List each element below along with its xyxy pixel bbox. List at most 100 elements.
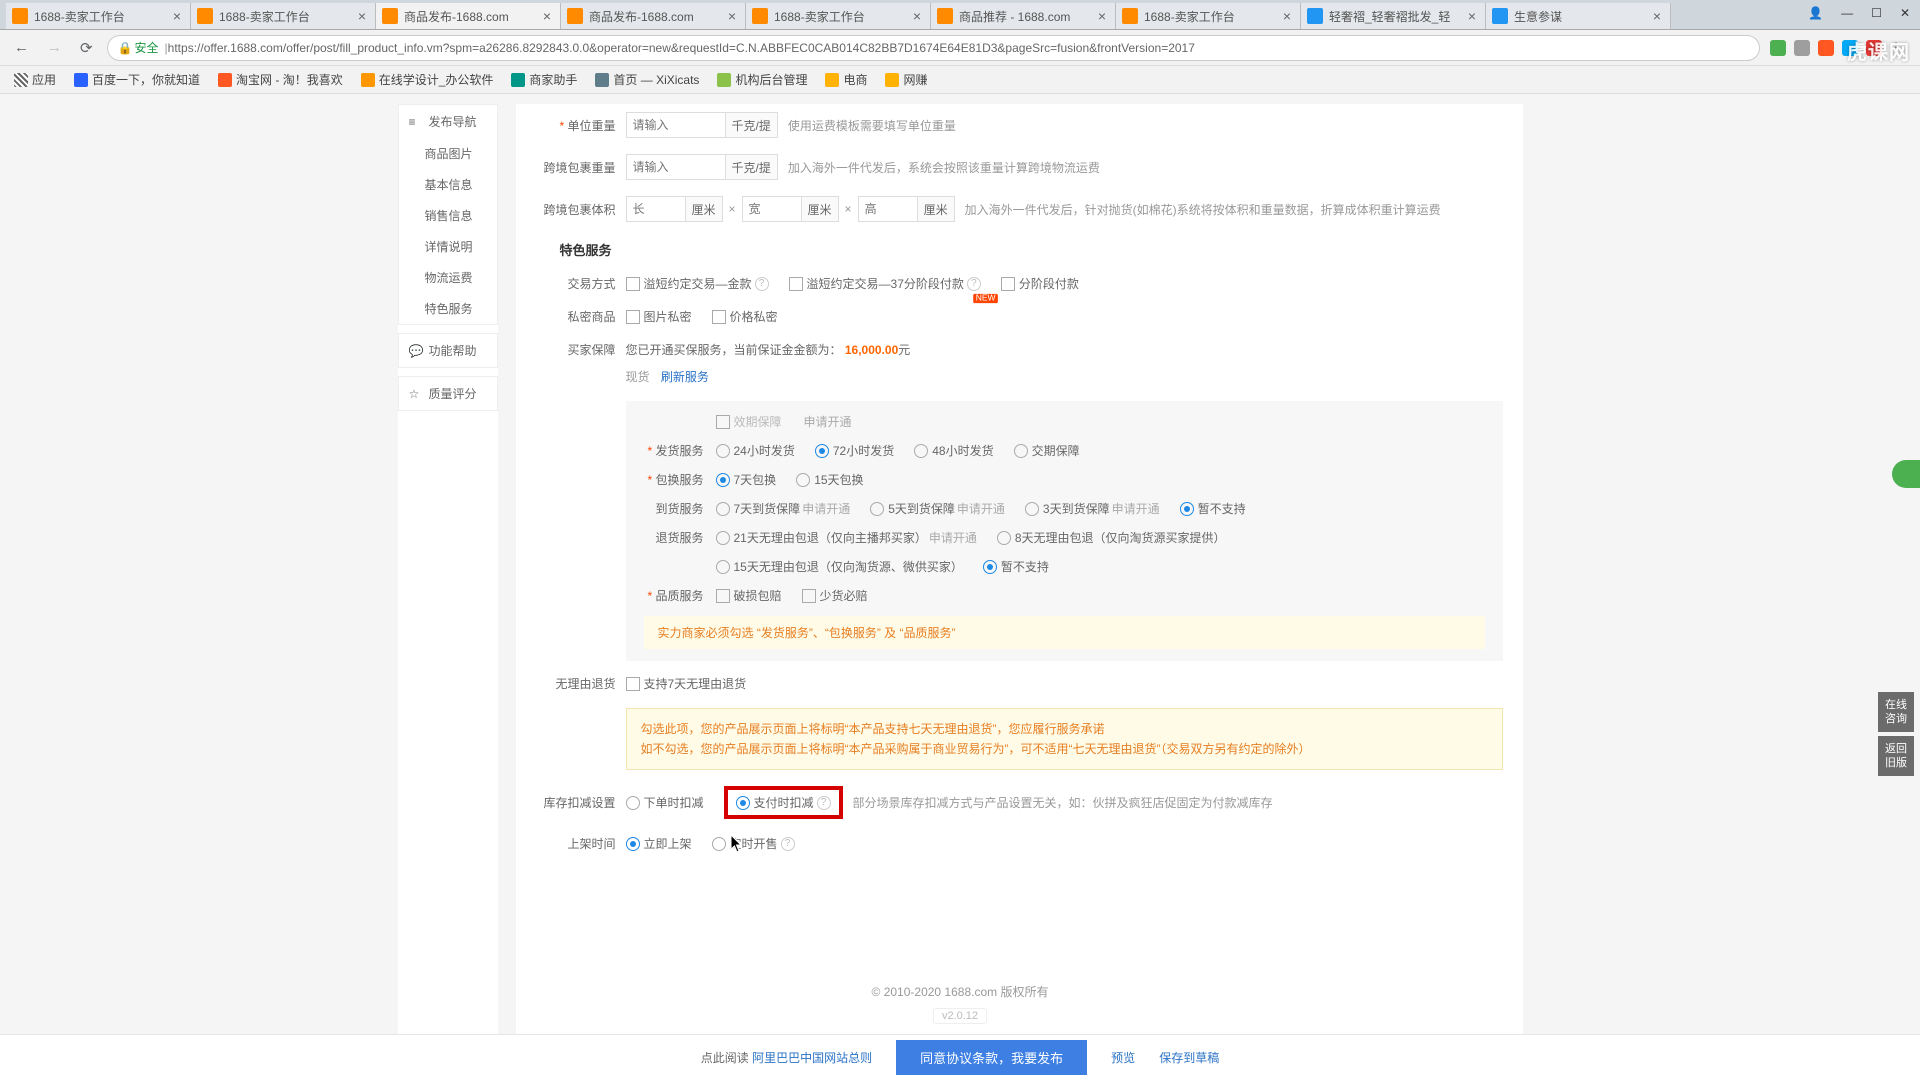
ext-icon[interactable]: [1794, 40, 1810, 56]
bookmark-item[interactable]: 百度一下，你就知道: [74, 71, 200, 88]
radio-ship-72[interactable]: 72小时发货: [815, 442, 894, 459]
tab-0[interactable]: 1688-卖家工作台×: [6, 3, 191, 29]
radio-stock-pay[interactable]: 支付时扣减?: [736, 794, 831, 811]
guarantee-amount: 16,000.00: [845, 343, 898, 357]
close-icon[interactable]: ×: [1095, 9, 1109, 23]
radio-ship-delivery[interactable]: 交期保障: [1014, 442, 1080, 459]
radio-shelf-now[interactable]: 立即上架: [626, 835, 692, 852]
bookmark-item[interactable]: 淘宝网 - 淘！我喜欢: [218, 71, 343, 88]
new-badge: NEW: [973, 294, 998, 303]
float-badge-icon[interactable]: [1892, 460, 1920, 488]
radio-exch-7[interactable]: 7天包换: [716, 471, 777, 488]
tab-2[interactable]: 商品发布-1688.com×: [376, 3, 561, 29]
radio-ret-none[interactable]: 暂不支持: [983, 558, 1049, 575]
tab-4[interactable]: 1688-卖家工作台×: [746, 3, 931, 29]
help-icon[interactable]: ?: [755, 277, 769, 291]
sidebar-item[interactable]: 销售信息: [399, 200, 497, 231]
float-oldversion[interactable]: 返回旧版: [1878, 736, 1914, 776]
preview-link[interactable]: 预览: [1111, 1049, 1135, 1066]
input-length[interactable]: [626, 196, 686, 222]
copyright: © 2010-2020 1688.com 版权所有: [0, 983, 1920, 1000]
chk-quality-1[interactable]: 破损包赔: [716, 587, 782, 604]
close-icon[interactable]: ×: [540, 9, 554, 23]
label-trade: 交易方式: [536, 275, 616, 292]
chk-noreason[interactable]: 支持7天无理由退货: [626, 675, 747, 692]
radio-arr-none[interactable]: 暂不支持: [1180, 500, 1246, 517]
radio-ret-21[interactable]: 21天无理由包退（仅向主播邦买家）申请开通: [716, 529, 977, 546]
opt-trade-2[interactable]: 溢短约定交易—37分阶段付款?: [789, 275, 981, 292]
reload-icon[interactable]: ⟳: [76, 35, 97, 61]
tab-7[interactable]: 轻奢褶_轻奢褶批发_轻×: [1301, 3, 1486, 29]
user-icon[interactable]: 👤: [1804, 4, 1827, 22]
list-icon: ≡: [409, 115, 423, 129]
bookmark-item[interactable]: 机构后台管理: [717, 71, 807, 88]
input-width[interactable]: [742, 196, 802, 222]
sidebar-item[interactable]: 商品图片: [399, 138, 497, 169]
submit-button[interactable]: 同意协议条款，我要发布: [896, 1040, 1087, 1075]
minimize-icon[interactable]: —: [1837, 4, 1857, 22]
bookmarks-bar: 应用 百度一下，你就知道 淘宝网 - 淘！我喜欢 在线学设计_办公软件 商家助手…: [0, 66, 1920, 94]
radio-ret-15[interactable]: 15天无理由包退（仅向淘货源、微供买家）: [716, 558, 963, 575]
opt-private-2[interactable]: 价格私密: [712, 308, 778, 325]
apply-link[interactable]: 申请开通: [804, 413, 852, 430]
tab-1[interactable]: 1688-卖家工作台×: [191, 3, 376, 29]
opt-deadline[interactable]: 效期保障: [716, 413, 782, 430]
star-icon: ☆: [409, 387, 423, 401]
close-icon[interactable]: ×: [1280, 9, 1294, 23]
radio-stock-order[interactable]: 下单时扣减: [626, 794, 704, 811]
help-icon[interactable]: ?: [967, 277, 981, 291]
close-icon[interactable]: ×: [1465, 9, 1479, 23]
chk-quality-2[interactable]: 少货必赔: [802, 587, 868, 604]
sidebar-item[interactable]: 基本信息: [399, 169, 497, 200]
label-guarantee: 买家保障: [536, 341, 616, 358]
radio-exch-15[interactable]: 15天包换: [796, 471, 863, 488]
url-input[interactable]: 🔒 安全 | https://offer.1688.com/offer/post…: [107, 35, 1760, 61]
opt-trade-3[interactable]: 分阶段付款NEW: [1001, 275, 1079, 292]
float-consult[interactable]: 在线咨询: [1878, 692, 1914, 732]
help-icon[interactable]: ?: [817, 796, 831, 810]
back-icon[interactable]: ←: [10, 35, 33, 60]
radio-arr-5[interactable]: 5天到货保障申请开通: [870, 500, 1005, 517]
terms-link[interactable]: 阿里巴巴中国网站总则: [752, 1051, 872, 1065]
sidebar-item[interactable]: 物流运费: [399, 262, 497, 293]
maximize-icon[interactable]: ☐: [1867, 4, 1886, 22]
close-icon[interactable]: ×: [1650, 9, 1664, 23]
radio-shelf-timed[interactable]: 定时开售?: [712, 835, 795, 852]
sidebar-item[interactable]: 详情说明: [399, 231, 497, 262]
bookmark-item[interactable]: 商家助手: [511, 71, 577, 88]
draft-link[interactable]: 保存到草稿: [1159, 1049, 1219, 1066]
bookmark-item[interactable]: 网赚: [885, 71, 927, 88]
ext-icon[interactable]: [1770, 40, 1786, 56]
bookmark-item[interactable]: 在线学设计_办公软件: [361, 71, 494, 88]
ext-icon[interactable]: [1818, 40, 1834, 56]
close-icon[interactable]: ×: [355, 9, 369, 23]
radio-ship-48[interactable]: 48小时发货: [914, 442, 993, 459]
sidebar-rating-title[interactable]: ☆质量评分: [399, 377, 497, 410]
apps-icon[interactable]: 应用: [14, 71, 56, 88]
radio-ret-8[interactable]: 8天无理由包退（仅向淘货源买家提供）: [997, 529, 1226, 546]
sidebar-help-title[interactable]: 💬功能帮助: [399, 334, 497, 367]
close-icon[interactable]: ×: [910, 9, 924, 23]
opt-private-1[interactable]: 图片私密: [626, 308, 692, 325]
input-height[interactable]: [858, 196, 918, 222]
input-unit-weight[interactable]: [626, 112, 726, 138]
input-cross-weight[interactable]: [626, 154, 726, 180]
bookmark-item[interactable]: 首页 — XiXicats: [595, 71, 699, 88]
close-icon[interactable]: ×: [725, 9, 739, 23]
tab-3[interactable]: 商品发布-1688.com×: [561, 3, 746, 29]
hint-text: 加入海外一件代发后，针对抛货(如棉花)系统将按体积和重量数据，折算成体积重计算运…: [965, 201, 1441, 218]
refresh-link[interactable]: 刷新服务: [661, 370, 709, 384]
win-close-icon[interactable]: ✕: [1896, 4, 1914, 22]
forward-icon[interactable]: →: [43, 35, 66, 60]
bookmark-item[interactable]: 电商: [825, 71, 867, 88]
opt-trade-1[interactable]: 溢短约定交易—金款?: [626, 275, 769, 292]
help-icon[interactable]: ?: [781, 837, 795, 851]
radio-ship-24[interactable]: 24小时发货: [716, 442, 795, 459]
radio-arr-3[interactable]: 3天到货保障申请开通: [1025, 500, 1160, 517]
tab-5[interactable]: 商品推荐 - 1688.com×: [931, 3, 1116, 29]
radio-arr-7[interactable]: 7天到货保障申请开通: [716, 500, 851, 517]
tab-8[interactable]: 生意参谋×: [1486, 3, 1671, 29]
close-icon[interactable]: ×: [170, 9, 184, 23]
sidebar-item[interactable]: 特色服务: [399, 293, 497, 324]
tab-6[interactable]: 1688-卖家工作台×: [1116, 3, 1301, 29]
